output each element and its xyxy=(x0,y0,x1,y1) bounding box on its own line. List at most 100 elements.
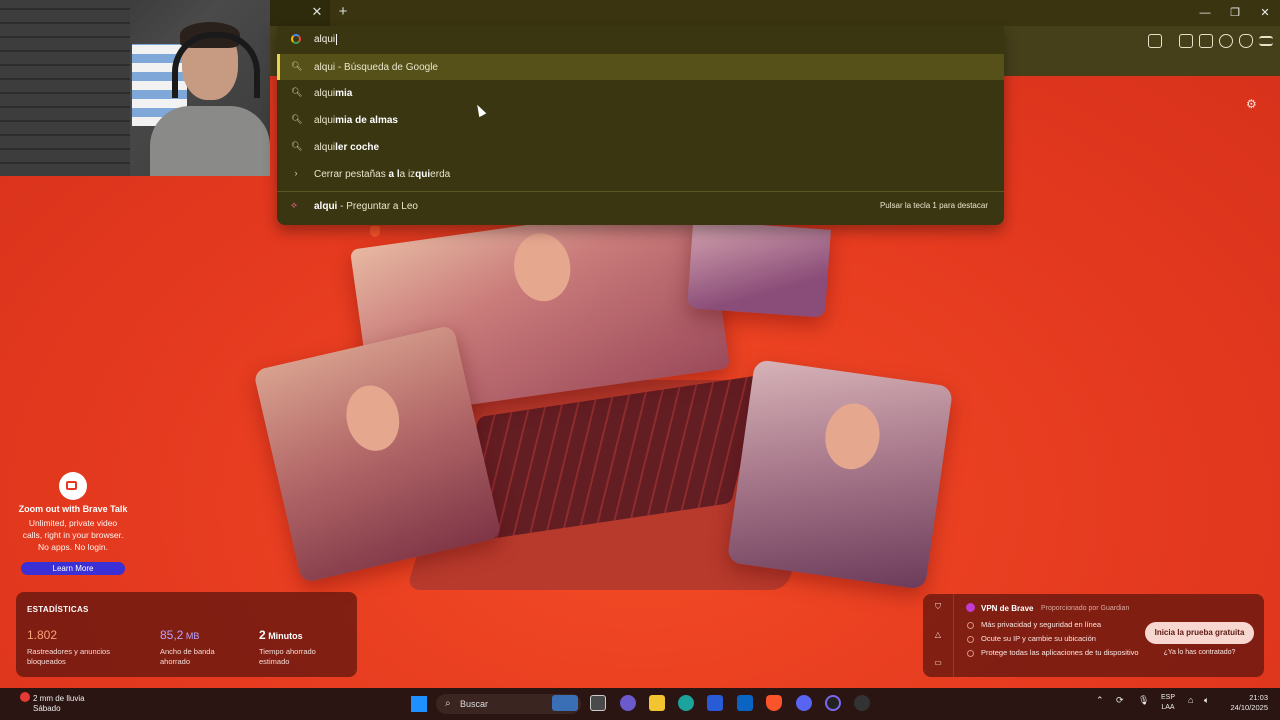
suggestion-row[interactable]: 🔍︎ alquimia de almas xyxy=(277,107,1004,133)
weather-day: Sábado xyxy=(33,704,61,713)
weather-text: 2 mm de lluvia xyxy=(33,694,85,703)
vpn-shield-icon[interactable] xyxy=(1239,34,1253,48)
sidebar-icon[interactable] xyxy=(1179,34,1193,48)
address-input-value[interactable]: alqui xyxy=(314,34,335,45)
vpn-feature: Ocute su IP y cambie su ubicación xyxy=(967,634,1096,643)
stat-label: ahorrado xyxy=(160,657,191,666)
minimize-icon[interactable]: — xyxy=(1190,4,1220,22)
stat-value: 2 xyxy=(259,628,266,642)
stat-label: estimado xyxy=(259,657,290,666)
suggestion-row[interactable]: 🔍︎ alqui - Búsqueda de Google xyxy=(277,54,1004,80)
weather-widget[interactable]: 2 mm de lluvia Sábado xyxy=(33,694,85,714)
chevron-up-icon[interactable]: ⌃ xyxy=(1096,695,1104,706)
app-icon[interactable] xyxy=(854,695,870,711)
outlook-icon[interactable] xyxy=(737,695,753,711)
google-icon xyxy=(291,34,301,44)
leo-hint: Pulsar la tecla 1 para destacar xyxy=(879,201,988,210)
warning-icon[interactable]: △ xyxy=(933,630,943,640)
weather-icon[interactable] xyxy=(20,692,30,702)
widget-sidebar: ⛉ △ ▭ xyxy=(923,594,954,677)
task-view-icon[interactable] xyxy=(590,695,606,711)
brave-icon[interactable] xyxy=(766,695,782,711)
start-trial-button[interactable]: Inicia la prueba gratuita xyxy=(1145,622,1254,644)
copilot-icon[interactable] xyxy=(620,695,636,711)
brave-talk-line: Unlimited, private video xyxy=(28,518,118,528)
file-explorer-icon[interactable] xyxy=(649,695,665,711)
lang-layout: LAA xyxy=(1161,704,1175,711)
action-text: erda xyxy=(430,169,451,180)
obs-icon[interactable] xyxy=(825,695,841,711)
stat-label: Tiempo ahorrado xyxy=(259,647,316,656)
taskbar-clock[interactable]: 21:03 24/10/2025 xyxy=(1220,693,1268,713)
edge-icon[interactable] xyxy=(678,695,694,711)
streamer xyxy=(150,20,270,176)
divider xyxy=(277,191,1004,192)
menu-icon[interactable] xyxy=(1259,36,1273,46)
search-icon: ⌕ xyxy=(445,698,451,709)
language-indicator[interactable]: ESP LAA xyxy=(1160,693,1176,713)
stat-trackers: 1.802 Rastreadores y anuncios bloqueados xyxy=(27,626,117,667)
video-camera-icon xyxy=(59,472,87,500)
stat-label: bloqueados xyxy=(27,657,66,666)
search-icon: 🔍︎ xyxy=(291,87,303,97)
leo-row[interactable]: ⟡ alqui - Preguntar a Leo Pulsar la tecl… xyxy=(277,193,1004,219)
action-text: Cerrar pestañas xyxy=(314,169,389,180)
suggestion-completion: mia de almas xyxy=(335,115,398,126)
leo-query: alqui xyxy=(314,201,338,212)
vpn-feature: Más privacidad y seguridad en línea xyxy=(967,620,1101,629)
tab-action-row[interactable]: › Cerrar pestañas a la izquierda xyxy=(277,161,1004,187)
wallet-icon[interactable] xyxy=(1199,34,1213,48)
text-caret xyxy=(336,34,338,45)
restore-icon[interactable]: ❐ xyxy=(1220,4,1250,22)
brave-talk-title: Zoom out with Brave Talk xyxy=(18,504,128,514)
microphone-icon[interactable]: 🎙︎ xyxy=(1138,695,1149,706)
search-icon: 🔍︎ xyxy=(291,114,303,124)
stat-label: Rastreadores y anuncios xyxy=(27,647,110,656)
already-purchased-link[interactable]: ¿Ya lo has contratado? xyxy=(1145,649,1254,656)
screenshot-icon[interactable] xyxy=(1148,34,1162,48)
suggestion-completion: ler coche xyxy=(335,142,380,153)
close-window-icon[interactable]: ✕ xyxy=(1250,4,1280,22)
stats-widget: ESTADÍSTICAS 1.802 Rastreadores y anunci… xyxy=(16,592,357,677)
vpn-powered-by: Proporcionado por Guardian xyxy=(1041,605,1130,612)
brave-talk-description: Unlimited, private video calls, right in… xyxy=(0,517,146,553)
taskbar-search-label: Buscar xyxy=(460,699,489,709)
leo-icon: ⟡ xyxy=(291,200,297,210)
leo-suffix: - Preguntar a Leo xyxy=(337,201,418,212)
chevron-right-icon: › xyxy=(294,168,298,178)
stat-value: 85,2 xyxy=(160,628,184,642)
leo-ai-icon[interactable] xyxy=(1219,34,1233,48)
suggestion-suffix: - Búsqueda de Google xyxy=(335,62,438,73)
volume-icon[interactable]: 🔈︎ xyxy=(1204,695,1209,706)
clock-time: 21:03 xyxy=(1249,693,1268,702)
suggestion-row[interactable]: 🔍︎ alquimia xyxy=(277,80,1004,106)
search-icon: 🔍︎ xyxy=(291,61,303,71)
webcam-overlay xyxy=(0,0,270,176)
learn-more-button[interactable]: Learn More xyxy=(21,562,125,575)
store-icon[interactable] xyxy=(707,695,723,711)
close-tab-icon[interactable]: ✕ xyxy=(310,5,324,19)
brave-talk-line: No apps. No login. xyxy=(38,542,108,552)
stat-bandwidth: 85,2 MB Ancho de banda ahorrado xyxy=(160,626,250,667)
new-tab-icon[interactable]: + xyxy=(336,4,350,19)
address-bar[interactable]: alqui xyxy=(277,26,1004,54)
omnibox-dropdown: alqui 🔍︎ alqui - Búsqueda de Google 🔍︎ a… xyxy=(277,26,1004,225)
widgets-app-icon[interactable] xyxy=(552,695,578,711)
vpn-shield-icon[interactable]: ⛉ xyxy=(933,602,943,612)
sync-icon[interactable]: ⟳ xyxy=(1116,695,1124,706)
vpn-feature: Protege todas las aplicaciones de tu dis… xyxy=(967,648,1139,657)
suggestion-row[interactable]: 🔍︎ alquiler coche xyxy=(277,134,1004,160)
network-icon[interactable]: ⌂ xyxy=(1188,695,1193,705)
face xyxy=(509,229,575,305)
talk-icon[interactable]: ▭ xyxy=(933,658,943,668)
discord-icon[interactable] xyxy=(796,695,812,711)
windows-start-icon[interactable] xyxy=(411,696,427,712)
action-text: a iz xyxy=(399,169,416,180)
browser-titlebar xyxy=(270,0,1280,26)
photo-man-talking xyxy=(726,359,954,590)
suggestion-typed: alqui xyxy=(314,62,336,73)
settings-gear-icon[interactable]: ⚙ xyxy=(1246,98,1258,110)
brave-talk-line: calls, right in your browser. xyxy=(22,530,124,540)
stat-value: 1.802 xyxy=(27,628,58,642)
streamer-shirt xyxy=(150,106,270,176)
